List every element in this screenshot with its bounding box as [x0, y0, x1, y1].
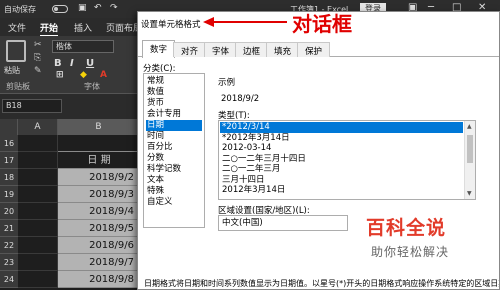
- cut-icon[interactable]: ✂: [34, 40, 42, 50]
- col-header-a[interactable]: A: [18, 119, 58, 135]
- list-item[interactable]: 三月十四日: [220, 175, 463, 186]
- cell-b16[interactable]: [58, 135, 140, 152]
- tab-alignment[interactable]: 对齐: [173, 42, 207, 57]
- row-header[interactable]: 21: [0, 220, 18, 237]
- undo-icon[interactable]: ↶: [94, 3, 102, 13]
- cell-a21[interactable]: [18, 220, 58, 237]
- list-item-selected[interactable]: *2012/3/14: [220, 122, 463, 133]
- row-header[interactable]: 20: [0, 203, 18, 220]
- col-header-b[interactable]: B: [58, 119, 140, 135]
- list-item[interactable]: 二○一二年三月十四日: [220, 154, 463, 165]
- border-icon[interactable]: ⊞: [56, 70, 64, 80]
- watermark-logo: 百科全说: [366, 217, 447, 239]
- scroll-thumb[interactable]: [467, 135, 473, 163]
- cell-a22[interactable]: [18, 237, 58, 254]
- fill-color-icon[interactable]: ◆: [80, 70, 87, 80]
- dialog-tabs: 数字 对齐 字体 边框 填充 保护: [138, 40, 499, 58]
- list-item[interactable]: 特殊: [146, 186, 202, 197]
- cell-b19[interactable]: 2018/9/3: [58, 186, 140, 203]
- tab-border[interactable]: 边框: [235, 42, 269, 57]
- list-item[interactable]: 2012-03-14: [220, 143, 463, 154]
- cell-a19[interactable]: [18, 186, 58, 203]
- format-painter-icon[interactable]: ✎: [34, 66, 42, 76]
- tab-protection[interactable]: 保护: [297, 42, 331, 57]
- type-list-scrollbar[interactable]: ▲ ▼: [464, 121, 475, 199]
- cell-a23[interactable]: [18, 254, 58, 271]
- font-name-select[interactable]: 楷体: [52, 40, 114, 53]
- scroll-up-icon[interactable]: ▲: [467, 123, 472, 130]
- row-header[interactable]: 18: [0, 169, 18, 186]
- name-box[interactable]: B18: [2, 99, 62, 113]
- worksheet-grid: A B 16 17 日 期 18 2018/9/2 19 2018/9/3 20…: [0, 119, 140, 290]
- tab-file[interactable]: 文件: [8, 21, 26, 34]
- list-item-selected[interactable]: 日期: [146, 120, 202, 131]
- paste-icon[interactable]: [6, 40, 26, 62]
- cell-b20[interactable]: 2018/9/4: [58, 203, 140, 220]
- locale-select[interactable]: 中文(中国): [218, 215, 348, 231]
- cell-a17[interactable]: [18, 152, 58, 169]
- cell-b24[interactable]: 2018/9/8: [58, 271, 140, 288]
- tab-fill[interactable]: 填充: [266, 42, 300, 57]
- list-item[interactable]: 常规: [146, 76, 202, 87]
- copy-icon[interactable]: ⎘: [34, 53, 41, 63]
- redo-icon[interactable]: ↷: [110, 3, 118, 13]
- list-item[interactable]: 货币: [146, 98, 202, 109]
- list-item[interactable]: 百分比: [146, 142, 202, 153]
- cell-a16[interactable]: [18, 135, 58, 152]
- cell-b18[interactable]: 2018/9/2: [58, 169, 140, 186]
- annotation-label: 对话框: [292, 12, 352, 36]
- tab-home[interactable]: 开始: [40, 21, 59, 37]
- cell-b17[interactable]: 日 期: [58, 152, 140, 169]
- tab-font[interactable]: 字体: [204, 42, 238, 57]
- cell-a24[interactable]: [18, 271, 58, 288]
- autosave-toggle[interactable]: [52, 5, 68, 13]
- paste-button-label[interactable]: 粘贴: [4, 65, 20, 76]
- list-item[interactable]: 科学记数: [146, 164, 202, 175]
- list-item[interactable]: *2012年3月14日: [220, 133, 463, 144]
- list-item[interactable]: 文本: [146, 175, 202, 186]
- row-header[interactable]: 16: [0, 135, 18, 152]
- list-item[interactable]: 自定义: [146, 197, 202, 208]
- list-item[interactable]: 分数: [146, 153, 202, 164]
- list-item[interactable]: 二○一二年三月: [220, 164, 463, 175]
- tab-number[interactable]: 数字: [142, 40, 176, 58]
- autosave-label: 自动保存: [4, 5, 36, 14]
- row-header[interactable]: 17: [0, 152, 18, 169]
- watermark-subtitle: 助你轻松解决: [371, 245, 450, 259]
- row-header[interactable]: 19: [0, 186, 18, 203]
- cell-b23[interactable]: 2018/9/7: [58, 254, 140, 271]
- bold-button[interactable]: B: [54, 58, 62, 69]
- underline-button[interactable]: U: [86, 58, 94, 69]
- clipboard-group-label: 剪贴板: [6, 82, 30, 91]
- type-list[interactable]: *2012/3/14 *2012年3月14日 2012-03-14 二○一二年三…: [218, 120, 476, 200]
- cell-b22[interactable]: 2018/9/6: [58, 237, 140, 254]
- font-color-icon[interactable]: A: [100, 70, 107, 80]
- annotation-arrow: [213, 21, 287, 23]
- sample-label: 示例: [218, 78, 236, 88]
- list-item[interactable]: 数值: [146, 87, 202, 98]
- row-header[interactable]: 24: [0, 271, 18, 288]
- italic-button[interactable]: I: [70, 58, 74, 69]
- format-description: 日期格式将日期和时间系列数值显示为日期值。以星号(*)开头的日期格式响应操作系统…: [144, 279, 499, 288]
- sample-value: 2018/9/2: [221, 94, 260, 104]
- scroll-down-icon[interactable]: ▼: [467, 190, 472, 197]
- list-item[interactable]: 时间: [146, 131, 202, 142]
- list-item[interactable]: 2012年3月14日: [220, 185, 463, 196]
- category-list[interactable]: 常规 数值 货币 会计专用 日期 时间 百分比 分数 科学记数 文本 特殊 自定…: [143, 73, 205, 228]
- row-header[interactable]: 23: [0, 254, 18, 271]
- font-group-label: 字体: [84, 82, 100, 91]
- cell-a18[interactable]: [18, 169, 58, 186]
- dialog-title: 设置单元格格式: [141, 20, 201, 30]
- cell-a20[interactable]: [18, 203, 58, 220]
- tab-insert[interactable]: 插入: [74, 21, 92, 34]
- list-item[interactable]: 会计专用: [146, 109, 202, 120]
- select-all-corner[interactable]: [0, 119, 18, 135]
- cell-b21[interactable]: 2018/9/5: [58, 220, 140, 237]
- save-icon[interactable]: ▣: [78, 3, 87, 13]
- row-header[interactable]: 22: [0, 237, 18, 254]
